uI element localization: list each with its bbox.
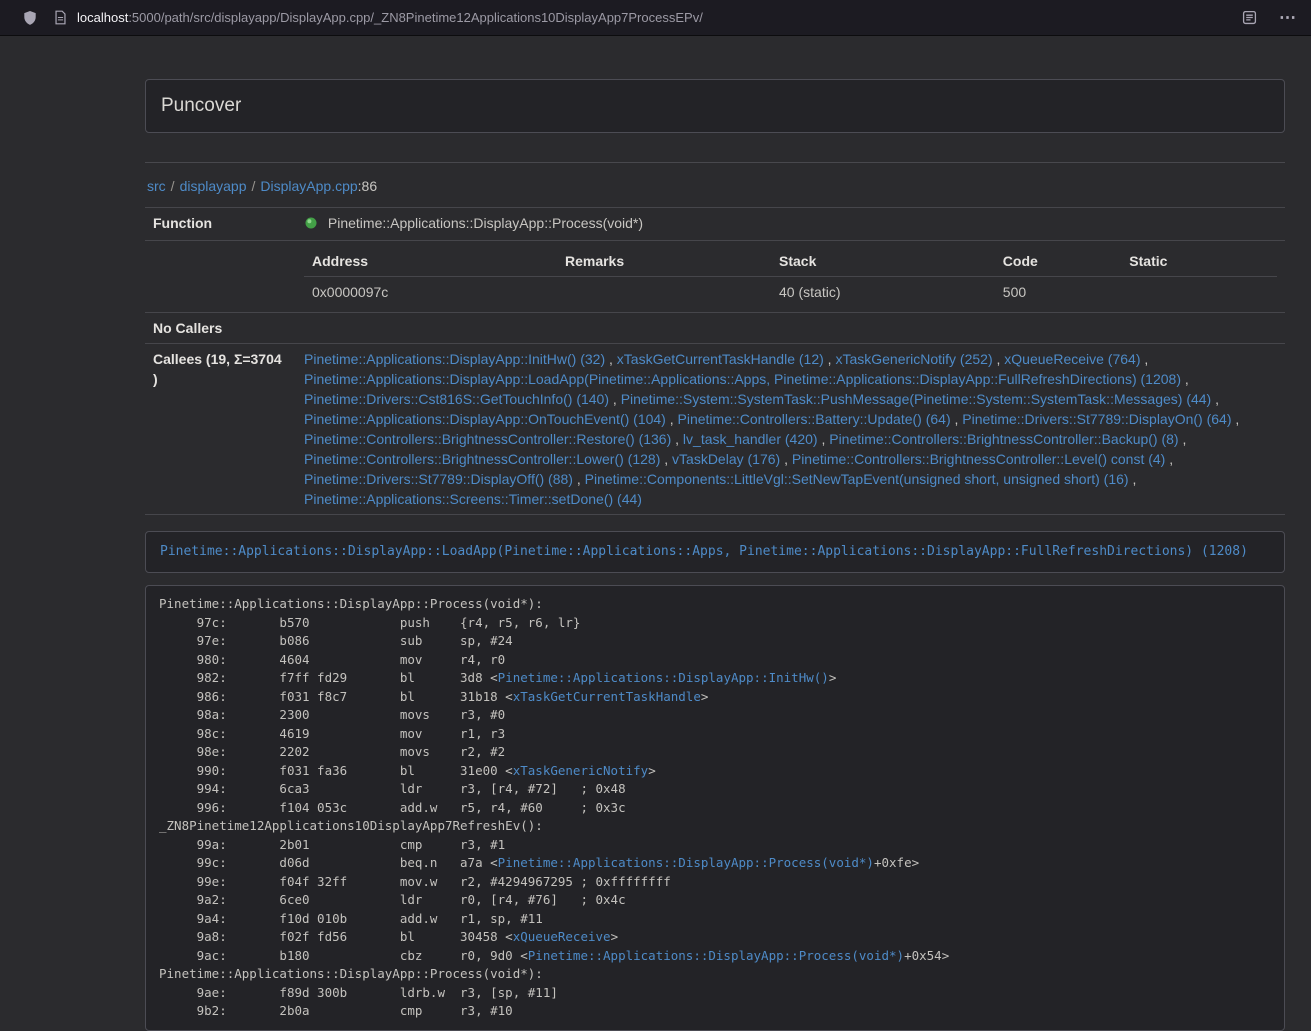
callee-link[interactable]: Pinetime::System::SystemTask::PushMessag… [621, 391, 1212, 407]
url-path: :5000/path/src/displayapp/DisplayApp.cpp… [128, 10, 703, 25]
callee-link[interactable]: Pinetime::Controllers::BrightnessControl… [792, 451, 1165, 467]
highlight-panel: Pinetime::Applications::DisplayApp::Load… [145, 531, 1285, 573]
callee-link[interactable]: Pinetime::Components::LittleVgl::SetNewT… [585, 471, 1129, 487]
code-symbol-link[interactable]: xTaskGetCurrentTaskHandle [513, 689, 701, 704]
browser-chrome: localhost:5000/path/src/displayapp/Displ… [0, 0, 1311, 36]
callee-link[interactable]: Pinetime::Controllers::BrightnessControl… [304, 431, 671, 447]
callee-link[interactable]: Pinetime::Controllers::BrightnessControl… [829, 431, 1178, 447]
callees-row: Callees (19, Σ=3704 ) Pinetime::Applicat… [145, 344, 1285, 515]
breadcrumb-link-file[interactable]: DisplayApp.cpp [260, 178, 357, 194]
tracking-protection-shield-icon[interactable] [22, 10, 38, 26]
divider-line [145, 162, 1285, 163]
stats-header-static: Static [1121, 246, 1277, 277]
breadcrumb: src/displayapp/DisplayApp.cpp:86 [147, 178, 1285, 194]
function-label: Function [145, 208, 296, 241]
app-title-panel: Puncover [145, 79, 1285, 133]
page-title: Puncover [161, 95, 241, 116]
callee-link[interactable]: Pinetime::Controllers::BrightnessControl… [304, 451, 660, 467]
page-favicon-icon [54, 10, 67, 25]
function-row: Function Pinetime::Applications::Display… [145, 208, 1285, 241]
callee-link[interactable]: Pinetime::Drivers::St7789::DisplayOff() … [304, 471, 573, 487]
page-actions-menu-icon[interactable]: ⋯ [1279, 9, 1297, 26]
code-symbol-link[interactable]: xTaskGenericNotify [513, 763, 648, 778]
callee-link[interactable]: xTaskGetCurrentTaskHandle (12) [617, 351, 824, 367]
reader-view-icon[interactable] [1242, 10, 1257, 25]
stats-header-address: Address [304, 246, 557, 277]
callee-link[interactable]: xQueueReceive (764) [1004, 351, 1140, 367]
stats-empty-label [145, 241, 296, 313]
stats-code-value: 500 [995, 277, 1121, 308]
stats-stack-value: 40 (static) [771, 277, 995, 308]
url-bar[interactable]: localhost:5000/path/src/displayapp/Displ… [77, 10, 1230, 25]
breadcrumb-separator: / [166, 178, 180, 194]
url-domain: localhost [77, 10, 128, 25]
no-callers-label: No Callers [145, 313, 296, 344]
stats-static-value [1121, 277, 1277, 308]
callee-link[interactable]: Pinetime::Applications::DisplayApp::Load… [304, 371, 1181, 387]
callee-link[interactable]: Pinetime::Applications::DisplayApp::Init… [304, 351, 605, 367]
stats-table: Address Remarks Stack Code Static 0x0000… [304, 246, 1277, 307]
disassembly-pre: Pinetime::Applications::DisplayApp::Proc… [145, 585, 1285, 1031]
code-symbol-link[interactable]: Pinetime::Applications::DisplayApp::Proc… [498, 855, 874, 870]
callee-link[interactable]: Pinetime::Drivers::Cst816S::GetTouchInfo… [304, 391, 609, 407]
stats-address-value: 0x0000097c [304, 277, 557, 308]
no-callers-row: No Callers [145, 313, 1285, 344]
callee-link[interactable]: lv_task_handler (420) [683, 431, 818, 447]
callee-link[interactable]: xTaskGenericNotify (252) [835, 351, 992, 367]
code-symbol-link[interactable]: Pinetime::Applications::DisplayApp::Proc… [528, 948, 904, 963]
page-container: Puncover src/displayapp/DisplayApp.cpp:8… [145, 79, 1285, 1031]
callee-link[interactable]: vTaskDelay (176) [672, 451, 780, 467]
stats-header-code: Code [995, 246, 1121, 277]
stats-value-row: 0x0000097c 40 (static) 500 [304, 277, 1277, 308]
callees-list: Pinetime::Applications::DisplayApp::Init… [296, 344, 1285, 515]
function-name: Pinetime::Applications::DisplayApp::Proc… [328, 215, 643, 231]
stats-header-row: Address Remarks Stack Code Static [304, 246, 1277, 277]
function-table: Function Pinetime::Applications::Display… [145, 207, 1285, 515]
stats-cell: Address Remarks Stack Code Static 0x0000… [296, 241, 1285, 313]
breadcrumb-line-number: :86 [358, 178, 377, 194]
highlight-callee-link[interactable]: Pinetime::Applications::DisplayApp::Load… [160, 544, 1248, 559]
stats-row-wrapper: Address Remarks Stack Code Static 0x0000… [145, 241, 1285, 313]
code-symbol-link[interactable]: xQueueReceive [513, 929, 611, 944]
code-symbol-link[interactable]: Pinetime::Applications::DisplayApp::Init… [498, 670, 829, 685]
callee-link[interactable]: Pinetime::Applications::DisplayApp::OnTo… [304, 411, 666, 427]
callee-link[interactable]: Pinetime::Applications::Screens::Timer::… [304, 491, 642, 507]
function-name-cell: Pinetime::Applications::DisplayApp::Proc… [296, 208, 1285, 241]
breadcrumb-link-src[interactable]: src [147, 178, 166, 194]
stats-header-stack: Stack [771, 246, 995, 277]
callee-link[interactable]: Pinetime::Drivers::St7789::DisplayOn() (… [962, 411, 1231, 427]
callees-label: Callees (19, Σ=3704 ) [145, 344, 296, 515]
breadcrumb-separator: / [247, 178, 261, 194]
stats-remarks-value [557, 277, 771, 308]
function-symbol-icon [304, 215, 318, 235]
callee-link[interactable]: Pinetime::Controllers::Battery::Update()… [678, 411, 951, 427]
breadcrumb-link-displayapp[interactable]: displayapp [180, 178, 247, 194]
stats-header-remarks: Remarks [557, 246, 771, 277]
